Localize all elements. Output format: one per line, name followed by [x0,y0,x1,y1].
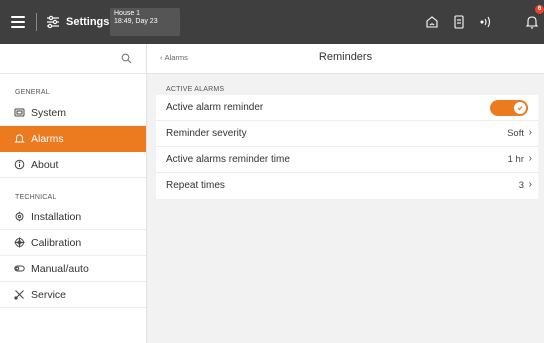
divider [36,13,37,31]
home-icon[interactable] [424,14,440,30]
notification-badge: 6 [535,5,544,14]
row-label: Active alarms reminder time [166,154,290,165]
sidebar-item-label: Alarms [31,132,64,145]
check-icon [517,106,523,111]
sidebar-item-label: Calibration [31,236,82,249]
row-label: Reminder severity [166,128,247,139]
toggle-knob [514,102,526,114]
connectivity-icon[interactable] [478,14,494,30]
back-label: Alarms [164,53,188,62]
settings-label: Settings [66,16,110,28]
reminder-time-row[interactable]: Active alarms reminder time 1 hr › [156,147,538,173]
bell-icon [14,134,25,143]
row-value: Soft [507,128,524,139]
system-icon [14,108,25,117]
bell-icon[interactable] [524,14,540,30]
installation-icon [15,211,24,222]
search-icon [121,53,132,64]
back-link[interactable]: ‹ Alarms [160,53,188,62]
sidebar-item-calibration[interactable]: Calibration [0,230,146,256]
manual-auto-icon [14,265,25,272]
sidebar-item-label: Installation [31,210,82,223]
chevron-right-icon: › [528,127,532,138]
house-name: House 1 [114,10,141,17]
house-time: 18:49, Day 23 [114,18,158,25]
search-button[interactable] [0,44,146,74]
chevron-right-icon: › [528,179,532,190]
technical-heading: TECHNICAL [15,194,57,201]
row-value: 3 [518,180,524,191]
sidebar-item-label: Service [31,288,67,301]
house-selector[interactable]: House 1 18:49, Day 23 [110,8,180,36]
section-label: ACTIVE ALARMS [166,86,225,93]
sidebar-item-alarms[interactable]: Alarms [0,126,146,152]
sidebar-item-system[interactable]: System [0,100,146,126]
content-header: Reminders ‹ Alarms [147,44,544,74]
service-tools-icon [14,290,24,300]
info-icon [14,159,25,170]
report-icon[interactable] [451,14,467,30]
sidebar-item-label: System [31,106,67,119]
active-alarm-reminder-toggle[interactable] [490,100,528,116]
sidebar-item-manual-auto[interactable]: Manual/auto [0,256,146,282]
sidebar-item-about[interactable]: About [0,152,146,178]
sidebar-item-installation[interactable]: Installation [0,204,146,230]
general-heading: GENERAL [15,89,50,96]
row-label: Active alarm reminder [166,102,264,113]
top-bar: Settings House 1 18:49, Day 23 6 [0,0,544,44]
sidebar: GENERAL System Alarms About TECHNICAL In… [0,44,147,343]
chevron-right-icon: › [528,153,532,164]
calibration-icon [14,237,25,248]
settings-sliders-icon [47,15,59,29]
repeat-times-row[interactable]: Repeat times 3 › [156,173,538,199]
row-label: Repeat times [166,180,225,191]
page-title: Reminders [318,51,373,63]
active-alarm-reminder-row: Active alarm reminder [156,95,538,121]
menu-icon[interactable] [11,15,25,28]
reminders-card: Active alarm reminder Reminder severity … [156,95,538,199]
settings-title[interactable]: Settings [46,13,109,31]
reminder-severity-row[interactable]: Reminder severity Soft › [156,121,538,147]
sidebar-item-service[interactable]: Service [0,282,146,308]
sidebar-item-label: Manual/auto [31,262,89,275]
sidebar-item-label: About [31,158,59,171]
row-value: 1 hr [507,154,524,165]
